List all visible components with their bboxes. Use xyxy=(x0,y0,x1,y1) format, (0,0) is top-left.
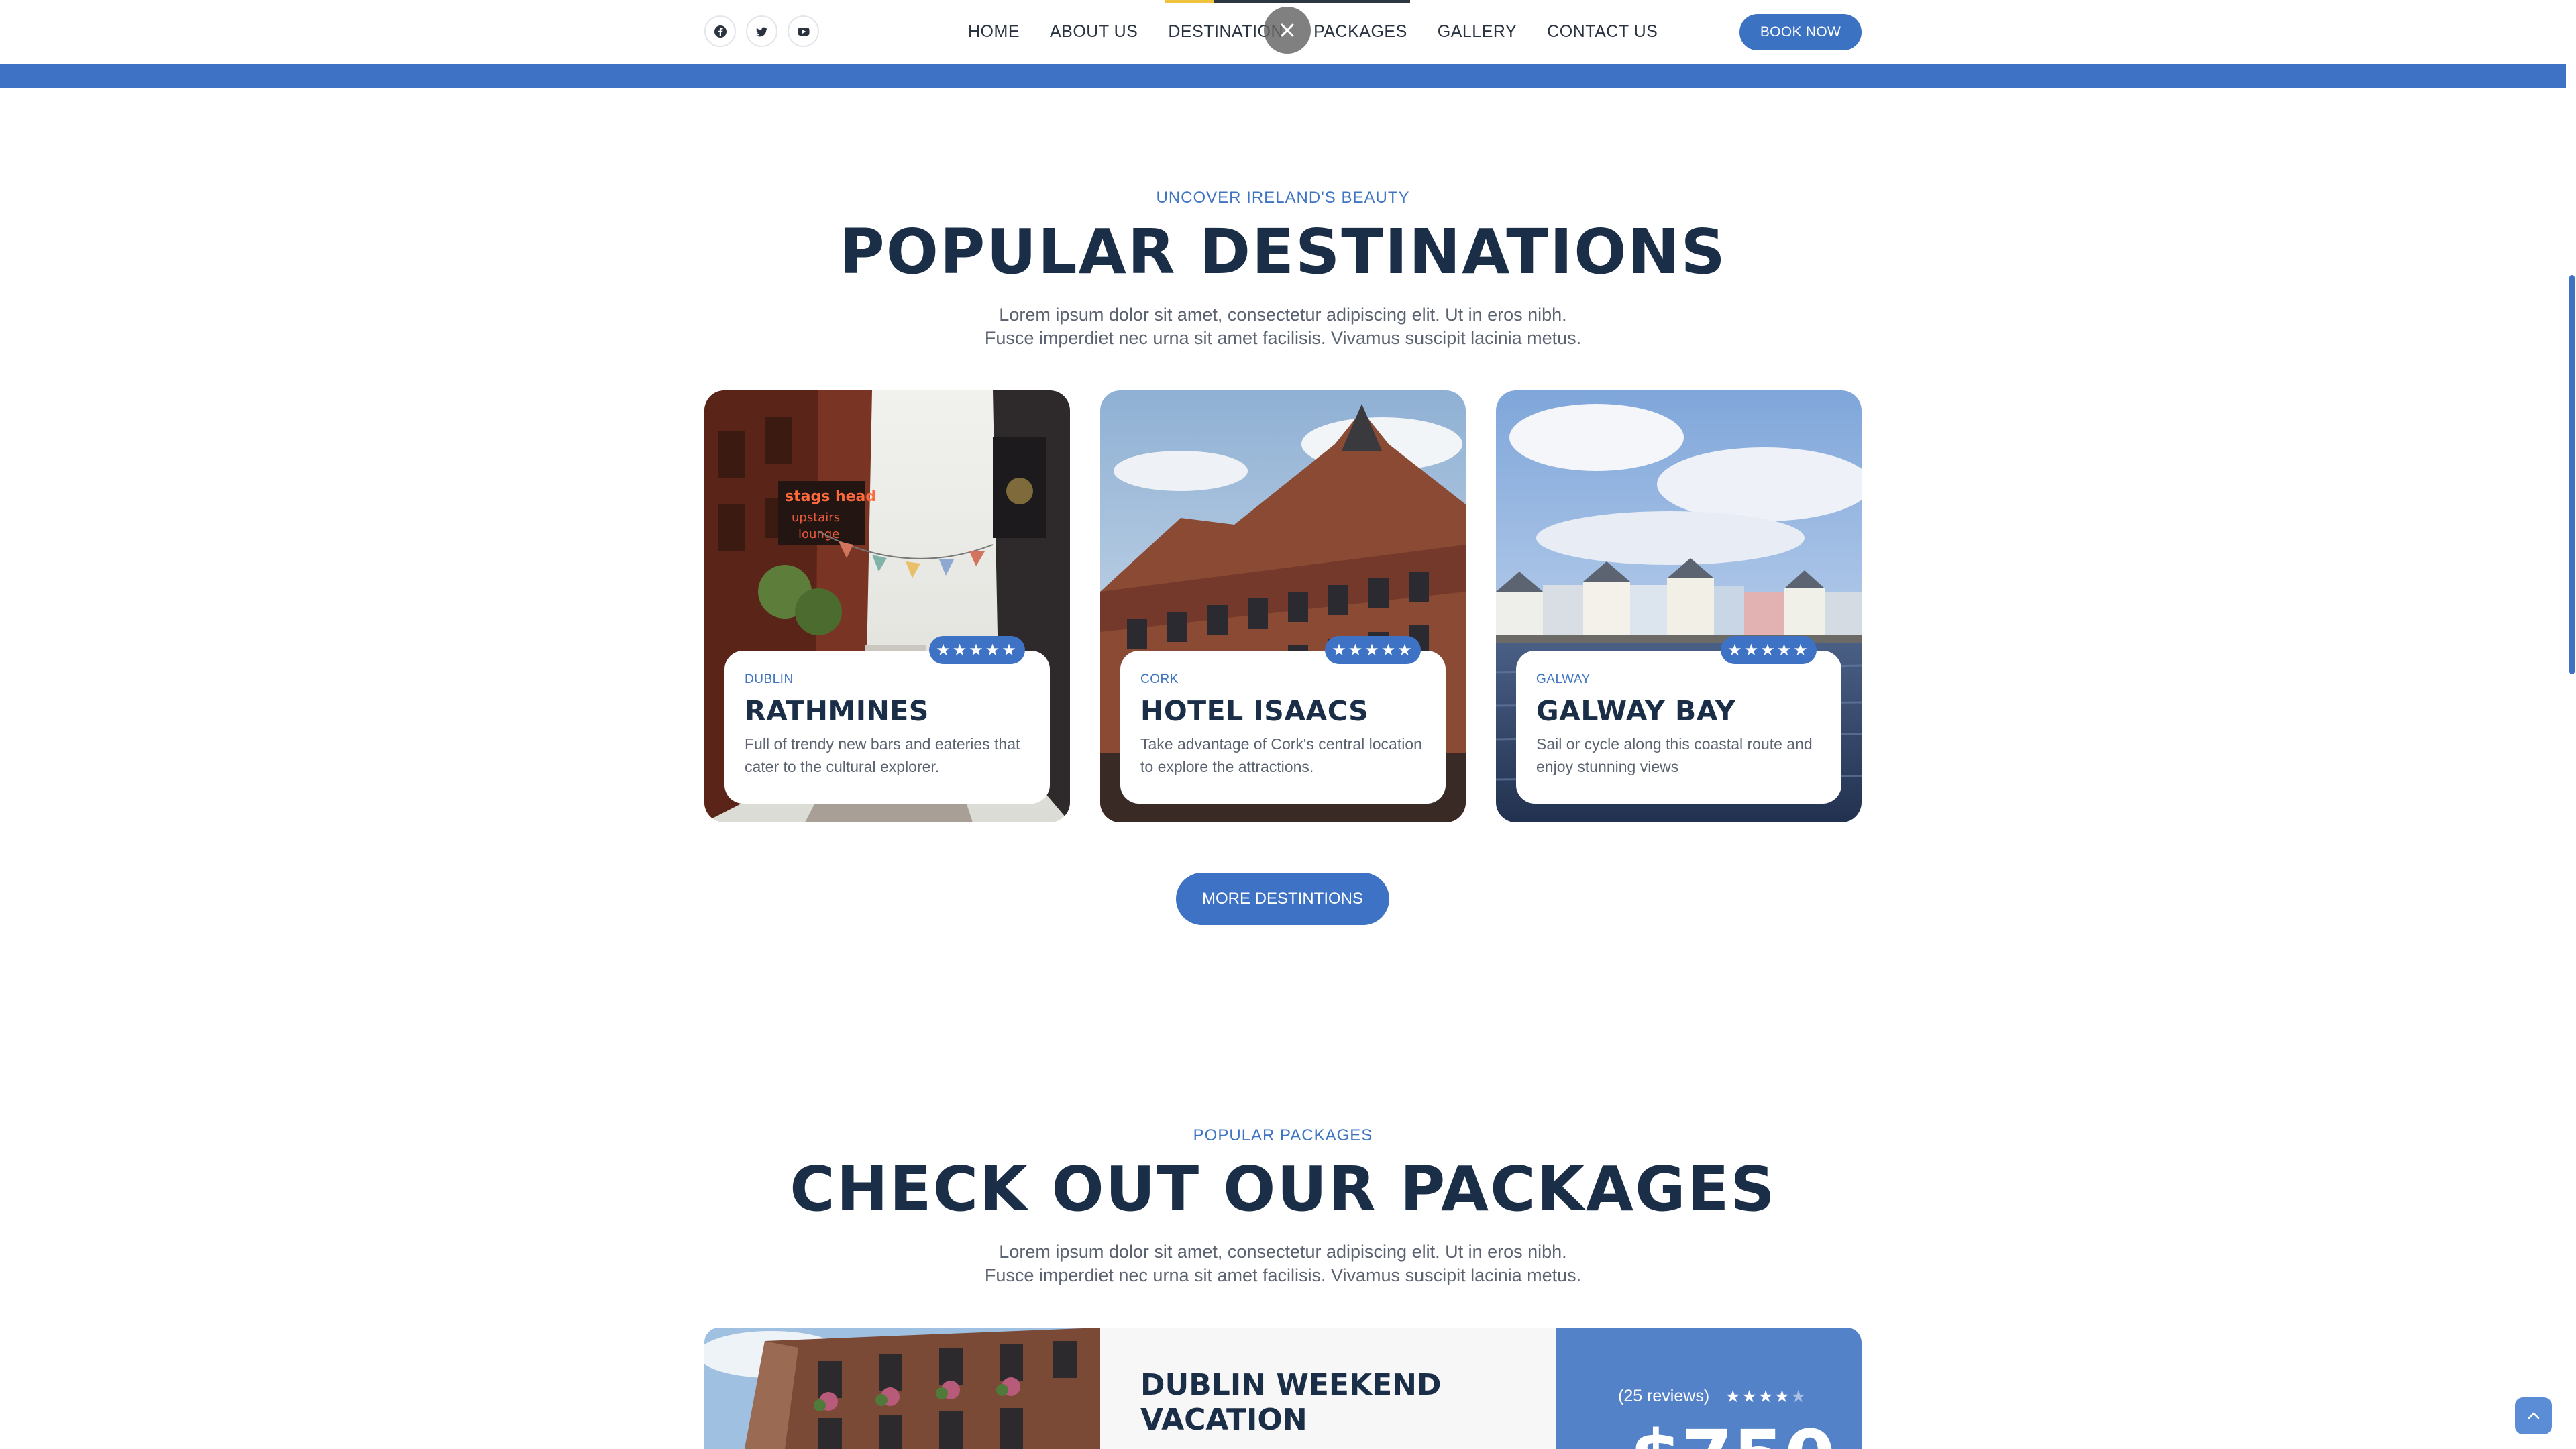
card-info-galway-bay: GALWAY GALWAY BAY Sail or cycle along th… xyxy=(1516,651,1841,804)
nav-contact-us[interactable]: CONTACT US xyxy=(1547,22,1658,42)
package-card-dublin-weekend[interactable]: DUBLIN WEEKEND VACATION (25 reviews) ★★★… xyxy=(704,1328,1862,1449)
rating-badge-hotel-isaacs: ★★★★★ xyxy=(1325,636,1421,664)
destinations-description: Lorem ipsum dolor sit amet, consectetur … xyxy=(0,303,2566,350)
rating-stars-empty: ★ xyxy=(1790,1387,1808,1406)
package-review-count: (25 reviews) xyxy=(1618,1387,1710,1405)
nav-about-us[interactable]: ABOUT US xyxy=(1050,22,1138,42)
destinations-eyebrow: UNCOVER IRELAND'S BEAUTY xyxy=(1156,189,1410,207)
twitter-icon xyxy=(755,27,767,36)
card-city-label: CORK xyxy=(1140,672,1179,686)
destinations-title: POPULAR DESTINATIONS xyxy=(839,216,1727,288)
main-nav: HOME ABOUT US DESTINATION PACKAGES GALLE… xyxy=(968,0,1688,64)
packages-description: Lorem ipsum dolor sit amet, consectetur … xyxy=(0,1240,2566,1287)
nav-gallery[interactable]: GALLERY xyxy=(1438,22,1517,42)
more-destinations-button[interactable]: MORE DESTINTIONS xyxy=(1176,873,1389,925)
svg-text:upstairs: upstairs xyxy=(792,511,840,525)
card-info-hotel-isaacs: CORK HOTEL ISAACS Take advantage of Cork… xyxy=(1120,651,1446,804)
packages-title: CHECK OUT OUR PACKAGES xyxy=(790,1153,1776,1225)
chevron-up-icon xyxy=(2528,1412,2539,1419)
social-links xyxy=(704,15,819,47)
youtube-link[interactable] xyxy=(788,15,819,47)
card-title[interactable]: GALWAY BAY xyxy=(1536,695,1821,727)
nav-packages[interactable]: PACKAGES xyxy=(1313,22,1407,42)
nav-home[interactable]: HOME xyxy=(968,22,1020,42)
rating-stars-filled: ★★★★ xyxy=(1725,1387,1791,1406)
card-city-label: DUBLIN xyxy=(745,672,794,686)
destinations-desc-line2: Fusce imperdiet nec urna sit amet facili… xyxy=(984,328,1582,348)
dublin-weekend-photo xyxy=(704,1328,1100,1449)
svg-text:stags head: stags head xyxy=(785,488,876,505)
close-icon xyxy=(1281,23,1294,37)
twitter-link[interactable] xyxy=(746,15,777,47)
facebook-icon xyxy=(714,25,727,38)
card-info-rathmines: DUBLIN RATHMINES Full of trendy new bars… xyxy=(724,651,1050,804)
header-accent-band xyxy=(0,64,2566,88)
card-title[interactable]: HOTEL ISAACS xyxy=(1140,695,1426,727)
scroll-to-top-button[interactable] xyxy=(2515,1397,2552,1434)
package-price: $750 xyxy=(1630,1420,1835,1449)
destinations-desc-line1: Lorem ipsum dolor sit amet, consectetur … xyxy=(999,305,1567,325)
close-button[interactable] xyxy=(1264,7,1311,54)
site-header: HOME ABOUT US DESTINATION PACKAGES GALLE… xyxy=(0,0,2576,64)
card-title[interactable]: RATHMINES xyxy=(745,695,1030,727)
rating-badge-rathmines: ★★★★★ xyxy=(929,636,1025,664)
card-description: Full of trendy new bars and eateries tha… xyxy=(745,735,1020,775)
packages-eyebrow: POPULAR PACKAGES xyxy=(1193,1126,1373,1144)
package-price-panel: (25 reviews) ★★★★★ $750 xyxy=(1556,1328,1862,1449)
rating-badge-galway-bay: ★★★★★ xyxy=(1721,636,1817,664)
book-now-button[interactable]: BOOK NOW xyxy=(1739,14,1862,50)
card-description: Take advantage of Cork's central locatio… xyxy=(1140,735,1422,775)
packages-desc-line2: Fusce imperdiet nec urna sit amet facili… xyxy=(984,1265,1582,1285)
card-city-label: GALWAY xyxy=(1536,672,1591,686)
youtube-icon xyxy=(798,27,809,36)
page-scrollbar-track[interactable] xyxy=(2566,0,2576,1449)
page-scrollbar-thumb[interactable] xyxy=(2569,275,2575,674)
package-title[interactable]: DUBLIN WEEKEND VACATION xyxy=(1140,1368,1476,1438)
packages-desc-line1: Lorem ipsum dolor sit amet, consectetur … xyxy=(999,1242,1567,1262)
package-rating-stars: ★★★★★ xyxy=(1725,1387,1807,1406)
card-description: Sail or cycle along this coastal route a… xyxy=(1536,735,1813,775)
facebook-link[interactable] xyxy=(704,15,736,47)
